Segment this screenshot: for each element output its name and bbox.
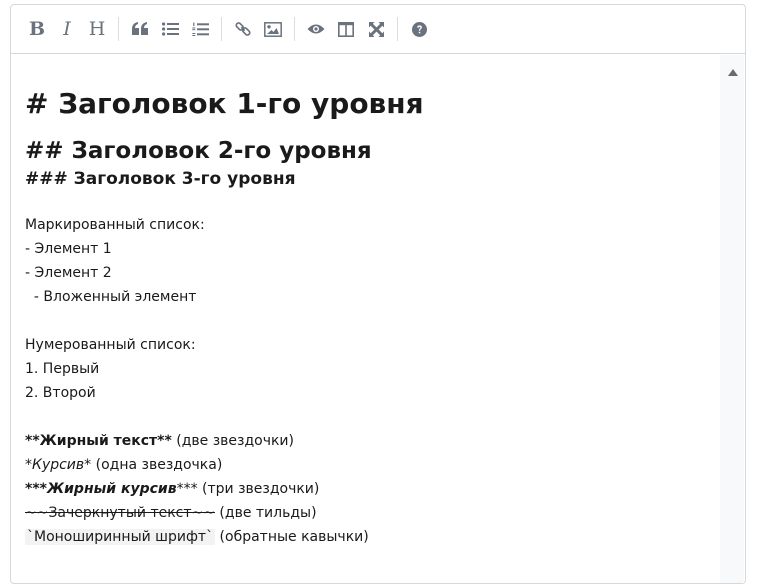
editor-text-area[interactable]: # Заголовок 1-го уровня ## Заголовок 2-г…: [12, 55, 744, 583]
question-circle-icon: [411, 21, 427, 37]
heading-icon: H: [88, 17, 106, 40]
side-by-side-button[interactable]: [331, 14, 361, 44]
link-button[interactable]: [228, 14, 258, 44]
image-button[interactable]: [258, 14, 288, 44]
italic-note: (одна звездочка): [91, 457, 223, 473]
preview-button[interactable]: [301, 14, 331, 44]
numbered-list-title: Нумерованный список:: [25, 337, 196, 353]
strike-note: (две тильды): [214, 505, 317, 521]
bullet-item-nested: - Вложенный элемент: [25, 289, 197, 305]
guide-button[interactable]: [404, 14, 434, 44]
arrows-alt-icon: [368, 21, 384, 37]
quote-icon: [132, 22, 148, 35]
bold-italic-note: (три звездочки): [197, 481, 320, 497]
bold-line: **Жирный текст** (две звездочки): [25, 429, 716, 453]
mono-text: `Моноширинный шрифт`: [25, 529, 216, 545]
editor-text: # Заголовок 1-го уровня ## Заголовок 2-г…: [25, 85, 716, 549]
toolbar-separator: [397, 17, 398, 41]
bullet-list-title: Маркированный список:: [25, 217, 205, 233]
numbered-item: 1. Первый: [25, 361, 100, 377]
heading-1-line: # Заголовок 1-го уровня: [25, 87, 424, 120]
bullet-item: - Элемент 2: [25, 265, 112, 281]
list-ul-icon: [161, 22, 179, 36]
quote-button[interactable]: [125, 14, 155, 44]
strike-text: ~~Зачеркнутый текст~~: [25, 505, 215, 521]
toolbar-separator: [118, 17, 119, 41]
bold-italic-open: ***: [25, 481, 47, 497]
fullscreen-button[interactable]: [361, 14, 391, 44]
italic-text: *Курсив*: [25, 457, 92, 473]
columns-icon: [338, 21, 354, 37]
empty-line: [25, 405, 716, 429]
bold-italic-close: ***: [176, 481, 198, 497]
italic-icon: I: [63, 17, 71, 40]
mono-line: `Моноширинный шрифт` (обратные кавычки): [25, 525, 716, 549]
toolbar-separator: [294, 17, 295, 41]
numbered-item: 2. Второй: [25, 385, 96, 401]
bullet-item: - Элемент 1: [25, 241, 112, 257]
bold-text: **Жирный текст**: [25, 433, 172, 449]
vertical-scrollbar[interactable]: [720, 55, 744, 583]
heading-3-line: ### Заголовок 3-го уровня: [25, 169, 296, 189]
bold-icon: B: [28, 17, 46, 40]
image-icon: [264, 21, 282, 37]
mono-note: (обратные кавычки): [215, 529, 369, 545]
eye-icon: [307, 24, 325, 34]
italic-line: *Курсив* (одна звездочка): [25, 453, 716, 477]
editor-toolbar: B I H: [11, 5, 745, 54]
ordered-list-button[interactable]: [185, 14, 215, 44]
bold-note: (две звездочки): [171, 433, 294, 449]
heading-2-line: ## Заголовок 2-го уровня: [25, 138, 372, 164]
bold-italic-line: ***Жирный курсив*** (три звездочки): [25, 477, 716, 501]
unordered-list-button[interactable]: [155, 14, 185, 44]
markdown-editor: B I H # Заголовок 1-го уровня ## Заголов…: [10, 4, 746, 584]
link-icon: [235, 22, 251, 36]
toolbar-separator: [221, 17, 222, 41]
italic-button[interactable]: I: [52, 14, 82, 44]
heading-button[interactable]: H: [82, 14, 112, 44]
strike-line: ~~Зачеркнутый текст~~ (две тильды): [25, 501, 716, 525]
scroll-up-arrow-icon[interactable]: [728, 69, 738, 76]
list-ol-icon: [191, 22, 209, 36]
bold-button[interactable]: B: [22, 14, 52, 44]
bold-italic-text: Жирный курсив: [46, 481, 177, 497]
empty-line: [25, 309, 716, 333]
